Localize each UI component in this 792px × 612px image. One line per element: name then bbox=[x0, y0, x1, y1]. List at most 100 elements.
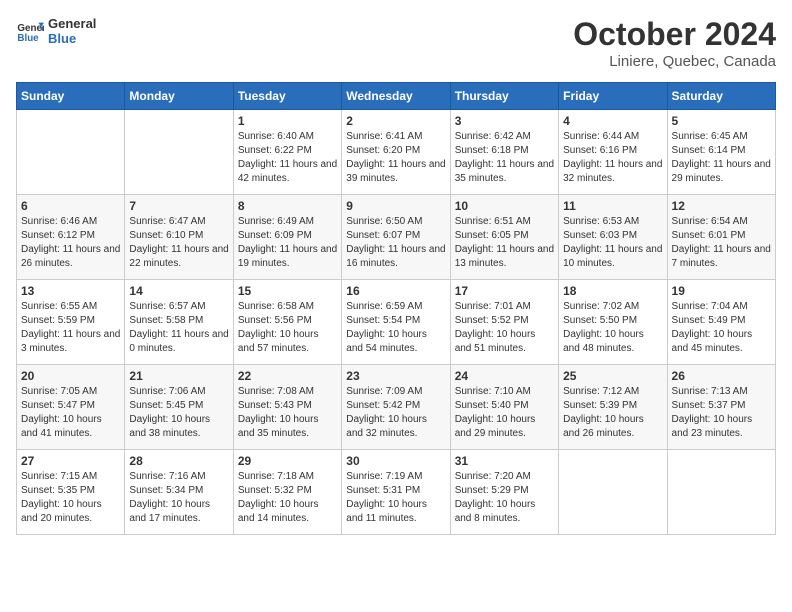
day-info: Sunrise: 7:15 AMSunset: 5:35 PMDaylight:… bbox=[21, 470, 120, 526]
calendar-cell: 24 Sunrise: 7:10 AMSunset: 5:40 PMDayligh… bbox=[450, 365, 558, 450]
calendar-cell: 2 Sunrise: 6:41 AMSunset: 6:20 PMDaylight… bbox=[342, 110, 450, 195]
day-number: 2 bbox=[346, 114, 445, 128]
day-info: Sunrise: 7:05 AMSunset: 5:47 PMDaylight:… bbox=[21, 385, 120, 441]
day-info: Sunrise: 6:58 AMSunset: 5:56 PMDaylight:… bbox=[238, 300, 337, 356]
day-info: Sunrise: 6:40 AMSunset: 6:22 PMDaylight:… bbox=[238, 130, 337, 186]
calendar-cell: 5 Sunrise: 6:45 AMSunset: 6:14 PMDaylight… bbox=[667, 110, 775, 195]
calendar-cell: 13 Sunrise: 6:55 AMSunset: 5:59 PMDayligh… bbox=[17, 280, 125, 365]
calendar-cell: 21Sunrise: 7:06 AMSunset: 5:45 PMDayligh… bbox=[125, 365, 233, 450]
calendar-cell: 29Sunrise: 7:18 AMSunset: 5:32 PMDayligh… bbox=[233, 450, 341, 535]
day-number: 1 bbox=[238, 114, 337, 128]
calendar-cell bbox=[125, 110, 233, 195]
page-header: General Blue General Blue October 2024 L… bbox=[16, 16, 776, 70]
calendar-week-row: 6Sunrise: 6:46 AMSunset: 6:12 PMDaylight… bbox=[17, 195, 776, 280]
calendar-cell bbox=[667, 450, 775, 535]
day-number: 10 bbox=[455, 199, 554, 213]
day-number: 16 bbox=[346, 284, 445, 298]
calendar-cell: 17 Sunrise: 7:01 AMSunset: 5:52 PMDayligh… bbox=[450, 280, 558, 365]
day-number: 14 bbox=[129, 284, 228, 298]
weekday-header: Friday bbox=[559, 83, 667, 110]
calendar-cell: 14 Sunrise: 6:57 AMSunset: 5:58 PMDayligh… bbox=[125, 280, 233, 365]
day-info: Sunrise: 6:47 AMSunset: 6:10 PMDaylight:… bbox=[129, 215, 228, 271]
day-info: Sunrise: 6:49 AMSunset: 6:09 PMDaylight:… bbox=[238, 215, 337, 271]
weekday-header: Sunday bbox=[17, 83, 125, 110]
day-info: Sunrise: 6:44 AMSunset: 6:16 PMDaylight:… bbox=[563, 130, 662, 186]
weekday-header: Tuesday bbox=[233, 83, 341, 110]
day-number: 9 bbox=[346, 199, 445, 213]
day-info: Sunrise: 6:53 AMSunset: 6:03 PMDaylight:… bbox=[563, 215, 662, 271]
logo: General Blue General Blue bbox=[16, 16, 96, 46]
calendar-cell: 9 Sunrise: 6:50 AMSunset: 6:07 PMDaylight… bbox=[342, 195, 450, 280]
weekday-header: Thursday bbox=[450, 83, 558, 110]
day-number: 19 bbox=[672, 284, 771, 298]
calendar-cell: 3 Sunrise: 6:42 AMSunset: 6:18 PMDaylight… bbox=[450, 110, 558, 195]
calendar-cell: 10 Sunrise: 6:51 AMSunset: 6:05 PMDayligh… bbox=[450, 195, 558, 280]
calendar-cell: 26 Sunrise: 7:13 AMSunset: 5:37 PMDayligh… bbox=[667, 365, 775, 450]
day-number: 8 bbox=[238, 199, 337, 213]
calendar-week-row: 1 Sunrise: 6:40 AMSunset: 6:22 PMDaylight… bbox=[17, 110, 776, 195]
day-number: 13 bbox=[21, 284, 120, 298]
day-info: Sunrise: 6:59 AMSunset: 5:54 PMDaylight:… bbox=[346, 300, 445, 356]
calendar-cell: 7 Sunrise: 6:47 AMSunset: 6:10 PMDaylight… bbox=[125, 195, 233, 280]
day-info: Sunrise: 6:45 AMSunset: 6:14 PMDaylight:… bbox=[672, 130, 771, 186]
weekday-header: Monday bbox=[125, 83, 233, 110]
calendar-cell: 27 Sunrise: 7:15 AMSunset: 5:35 PMDayligh… bbox=[17, 450, 125, 535]
day-number: 24 bbox=[455, 369, 554, 383]
day-number: 23 bbox=[346, 369, 445, 383]
day-number: 17 bbox=[455, 284, 554, 298]
calendar-cell: 23 Sunrise: 7:09 AMSunset: 5:42 PMDayligh… bbox=[342, 365, 450, 450]
day-info: Sunrise: 7:13 AMSunset: 5:37 PMDaylight:… bbox=[672, 385, 771, 441]
calendar-cell: 16 Sunrise: 6:59 AMSunset: 5:54 PMDayligh… bbox=[342, 280, 450, 365]
day-number: 5 bbox=[672, 114, 771, 128]
svg-text:Blue: Blue bbox=[17, 33, 39, 44]
day-number: 3 bbox=[455, 114, 554, 128]
day-info: Sunrise: 6:50 AMSunset: 6:07 PMDaylight:… bbox=[346, 215, 445, 271]
logo-line1: General bbox=[48, 16, 96, 31]
day-number: 29 bbox=[238, 454, 337, 468]
day-number: 20 bbox=[21, 369, 120, 383]
day-number: 30 bbox=[346, 454, 445, 468]
day-number: 26 bbox=[672, 369, 771, 383]
day-info: Sunrise: 7:01 AMSunset: 5:52 PMDaylight:… bbox=[455, 300, 554, 356]
day-info: Sunrise: 6:54 AMSunset: 6:01 PMDaylight:… bbox=[672, 215, 771, 271]
day-number: 27 bbox=[21, 454, 120, 468]
calendar-cell: 4 Sunrise: 6:44 AMSunset: 6:16 PMDaylight… bbox=[559, 110, 667, 195]
calendar-cell: 25Sunrise: 7:12 AMSunset: 5:39 PMDayligh… bbox=[559, 365, 667, 450]
calendar-cell bbox=[17, 110, 125, 195]
day-info: Sunrise: 7:08 AMSunset: 5:43 PMDaylight:… bbox=[238, 385, 337, 441]
weekday-header: Saturday bbox=[667, 83, 775, 110]
calendar-week-row: 13 Sunrise: 6:55 AMSunset: 5:59 PMDayligh… bbox=[17, 280, 776, 365]
calendar-cell: 18 Sunrise: 7:02 AMSunset: 5:50 PMDayligh… bbox=[559, 280, 667, 365]
calendar-week-row: 27 Sunrise: 7:15 AMSunset: 5:35 PMDayligh… bbox=[17, 450, 776, 535]
weekday-header: Wednesday bbox=[342, 83, 450, 110]
calendar-week-row: 20 Sunrise: 7:05 AMSunset: 5:47 PMDayligh… bbox=[17, 365, 776, 450]
calendar-cell: 22Sunrise: 7:08 AMSunset: 5:43 PMDayligh… bbox=[233, 365, 341, 450]
calendar-cell: 20 Sunrise: 7:05 AMSunset: 5:47 PMDayligh… bbox=[17, 365, 125, 450]
day-number: 7 bbox=[129, 199, 228, 213]
weekday-header-row: SundayMondayTuesdayWednesdayThursdayFrid… bbox=[17, 83, 776, 110]
calendar-cell: 28 Sunrise: 7:16 AMSunset: 5:34 PMDayligh… bbox=[125, 450, 233, 535]
day-info: Sunrise: 6:57 AMSunset: 5:58 PMDaylight:… bbox=[129, 300, 228, 356]
day-number: 18 bbox=[563, 284, 662, 298]
calendar-cell: 19Sunrise: 7:04 AMSunset: 5:49 PMDayligh… bbox=[667, 280, 775, 365]
day-number: 31 bbox=[455, 454, 554, 468]
day-number: 4 bbox=[563, 114, 662, 128]
title-block: October 2024 Liniere, Quebec, Canada bbox=[573, 16, 776, 70]
day-info: Sunrise: 6:41 AMSunset: 6:20 PMDaylight:… bbox=[346, 130, 445, 186]
day-info: Sunrise: 6:55 AMSunset: 5:59 PMDaylight:… bbox=[21, 300, 120, 356]
day-info: Sunrise: 6:51 AMSunset: 6:05 PMDaylight:… bbox=[455, 215, 554, 271]
day-info: Sunrise: 6:42 AMSunset: 6:18 PMDaylight:… bbox=[455, 130, 554, 186]
day-info: Sunrise: 7:16 AMSunset: 5:34 PMDaylight:… bbox=[129, 470, 228, 526]
day-info: Sunrise: 7:10 AMSunset: 5:40 PMDaylight:… bbox=[455, 385, 554, 441]
calendar-cell: 31Sunrise: 7:20 AMSunset: 5:29 PMDayligh… bbox=[450, 450, 558, 535]
day-number: 15 bbox=[238, 284, 337, 298]
calendar-cell: 11 Sunrise: 6:53 AMSunset: 6:03 PMDayligh… bbox=[559, 195, 667, 280]
day-number: 28 bbox=[129, 454, 228, 468]
calendar-cell bbox=[559, 450, 667, 535]
calendar-cell: 12Sunrise: 6:54 AMSunset: 6:01 PMDayligh… bbox=[667, 195, 775, 280]
day-info: Sunrise: 7:09 AMSunset: 5:42 PMDaylight:… bbox=[346, 385, 445, 441]
day-info: Sunrise: 7:19 AMSunset: 5:31 PMDaylight:… bbox=[346, 470, 445, 526]
day-number: 11 bbox=[563, 199, 662, 213]
logo-icon: General Blue bbox=[16, 17, 44, 45]
day-info: Sunrise: 7:02 AMSunset: 5:50 PMDaylight:… bbox=[563, 300, 662, 356]
